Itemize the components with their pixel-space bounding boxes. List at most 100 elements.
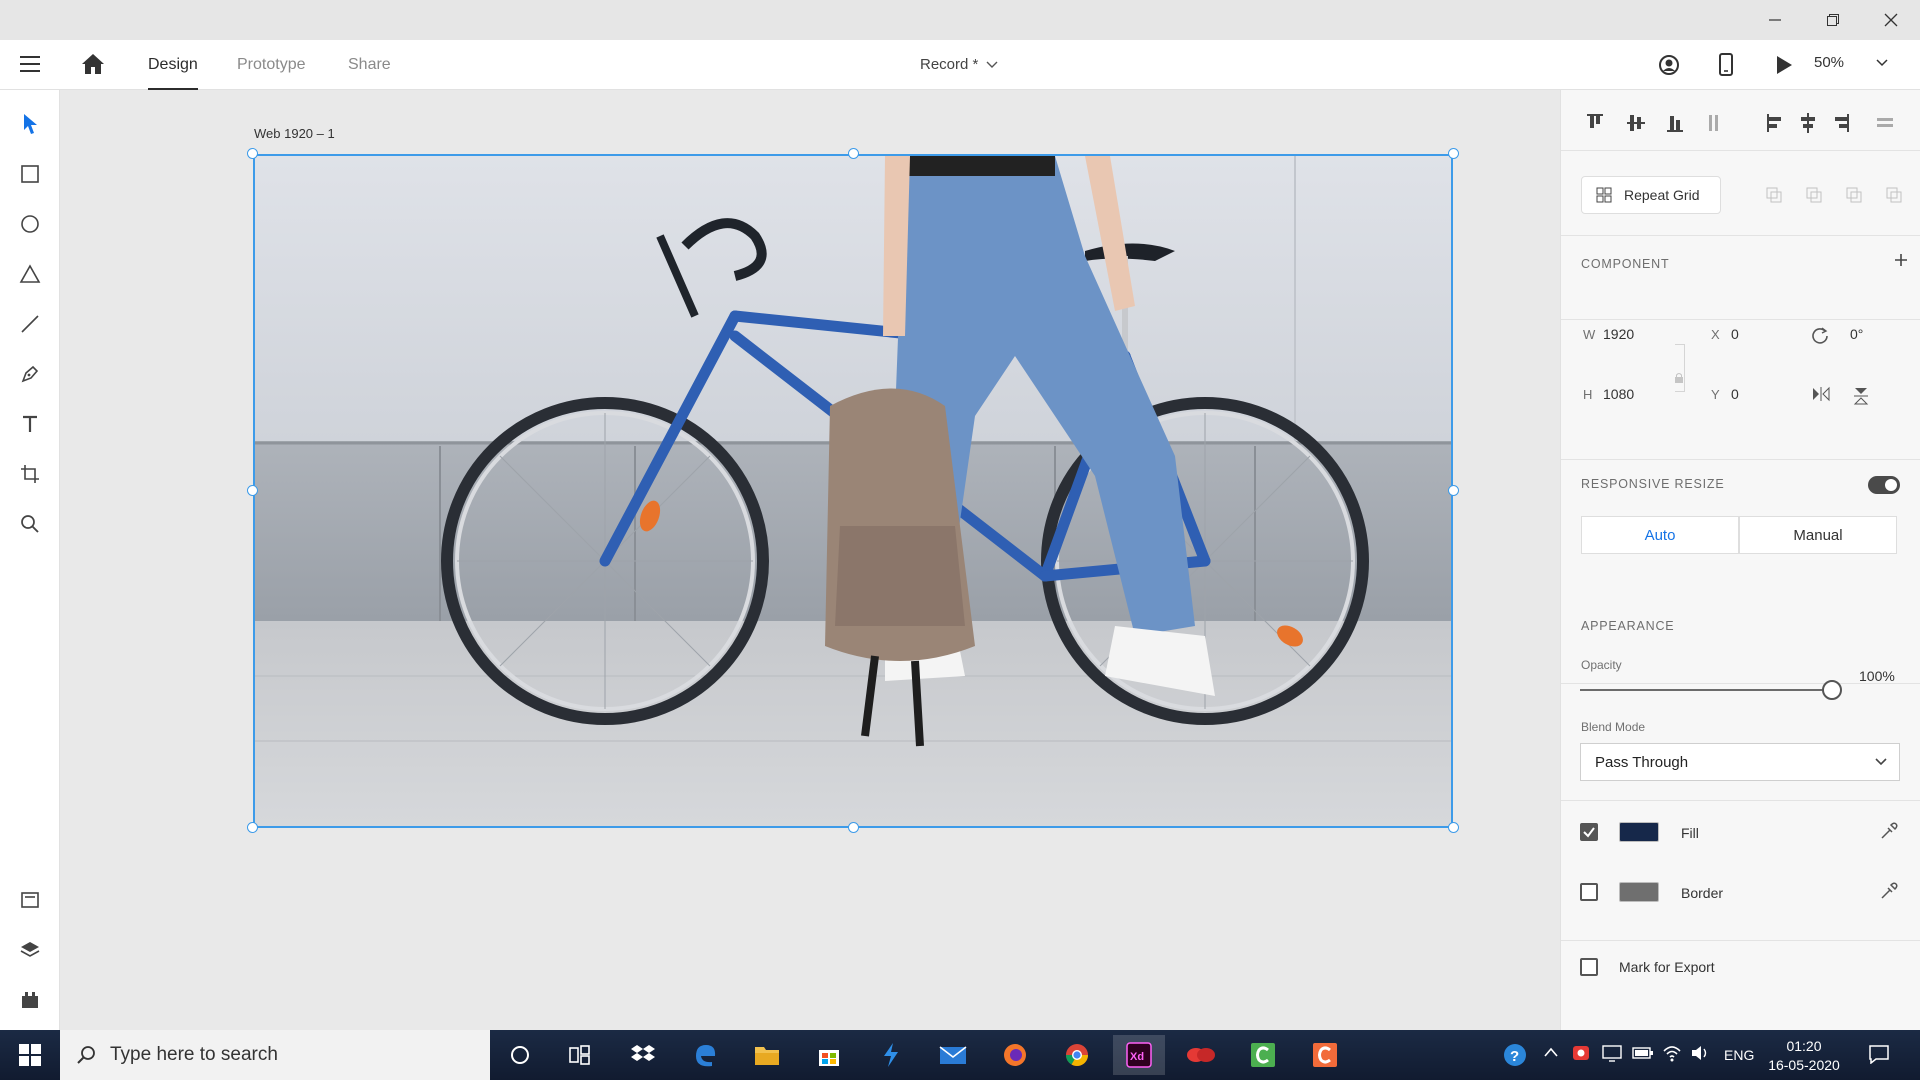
rotation-input[interactable]: 0° bbox=[1850, 326, 1863, 342]
task-view-button[interactable] bbox=[554, 1035, 606, 1075]
zoom-tool[interactable] bbox=[16, 510, 44, 538]
polygon-tool[interactable] bbox=[16, 260, 44, 288]
y-input[interactable]: 0 bbox=[1731, 386, 1739, 402]
opacity-slider-thumb[interactable] bbox=[1822, 680, 1842, 700]
flip-vertical-button[interactable] bbox=[1853, 386, 1869, 411]
resize-handle-left[interactable] bbox=[247, 485, 258, 496]
add-component-button[interactable] bbox=[1894, 253, 1908, 272]
boolean-intersect-icon[interactable] bbox=[1846, 187, 1862, 203]
minimize-button[interactable] bbox=[1752, 0, 1798, 40]
design-canvas[interactable]: Web 1920 – 1 bbox=[60, 90, 1560, 1030]
document-title-dropdown[interactable]: Record * bbox=[920, 56, 998, 73]
language-indicator[interactable]: ENG bbox=[1724, 1047, 1754, 1063]
boolean-subtract-icon[interactable] bbox=[1806, 187, 1822, 203]
opacity-slider-track[interactable] bbox=[1580, 689, 1832, 691]
taskbar-app-camtasia-green[interactable] bbox=[1237, 1035, 1289, 1075]
tab-prototype[interactable]: Prototype bbox=[237, 56, 305, 90]
device-preview-button[interactable] bbox=[1713, 52, 1739, 78]
align-bottom-icon[interactable] bbox=[1667, 116, 1683, 132]
tab-design[interactable]: Design bbox=[148, 56, 198, 90]
taskbar-app-red-app[interactable] bbox=[1175, 1035, 1227, 1075]
ellipse-tool[interactable] bbox=[16, 210, 44, 238]
layers-panel-button[interactable] bbox=[16, 936, 44, 964]
blend-mode-select[interactable]: Pass Through bbox=[1580, 743, 1900, 781]
zoom-dropdown[interactable]: 50% bbox=[1814, 54, 1888, 71]
responsive-resize-toggle[interactable] bbox=[1868, 476, 1900, 494]
show-hidden-icons-button[interactable] bbox=[1544, 1046, 1558, 1063]
text-tool[interactable] bbox=[16, 410, 44, 438]
align-middle-icon[interactable] bbox=[1627, 115, 1645, 131]
resize-auto-button[interactable]: Auto bbox=[1581, 516, 1739, 554]
border-eyedropper-button[interactable] bbox=[1879, 881, 1899, 906]
align-left-icon[interactable] bbox=[1767, 114, 1781, 132]
select-tool[interactable] bbox=[16, 110, 44, 138]
tray-recording-app[interactable] bbox=[1572, 1044, 1590, 1065]
home-button[interactable] bbox=[80, 52, 108, 78]
border-color-swatch[interactable] bbox=[1619, 882, 1659, 902]
x-input[interactable]: 0 bbox=[1731, 326, 1739, 342]
taskbar-app-dropbox[interactable] bbox=[617, 1035, 669, 1075]
plugins-panel-button[interactable] bbox=[16, 986, 44, 1014]
resize-handle-bottom-left[interactable] bbox=[247, 822, 258, 833]
taskbar-app-chrome[interactable] bbox=[1051, 1035, 1103, 1075]
taskbar-app-mail[interactable] bbox=[927, 1035, 979, 1075]
height-input[interactable]: 1080 bbox=[1603, 386, 1634, 402]
artboard-tool[interactable] bbox=[16, 460, 44, 488]
close-window-button[interactable] bbox=[1868, 0, 1914, 40]
resize-handle-top[interactable] bbox=[848, 148, 859, 159]
fill-color-swatch[interactable] bbox=[1619, 822, 1659, 842]
resize-manual-button[interactable]: Manual bbox=[1739, 516, 1897, 554]
resize-handle-bottom-right[interactable] bbox=[1448, 822, 1459, 833]
repeat-grid-button[interactable]: Repeat Grid bbox=[1581, 176, 1721, 214]
taskbar-app-file-explorer[interactable] bbox=[741, 1035, 793, 1075]
taskbar-clock[interactable]: 01:20 16-05-2020 bbox=[1768, 1037, 1840, 1075]
resize-handle-top-left[interactable] bbox=[247, 148, 258, 159]
width-input[interactable]: 1920 bbox=[1603, 326, 1634, 342]
taskbar-app-edge[interactable] bbox=[679, 1035, 731, 1075]
taskbar-search-box[interactable]: Type here to search bbox=[60, 1030, 490, 1080]
tray-network-status[interactable] bbox=[1602, 1044, 1622, 1065]
action-center-button[interactable] bbox=[1868, 1044, 1890, 1067]
distribute-horizontal-icon[interactable] bbox=[1877, 118, 1893, 127]
share-user-button[interactable] bbox=[1656, 52, 1682, 78]
taskbar-app-adobe-xd[interactable]: Xd bbox=[1113, 1035, 1165, 1075]
help-tray-button[interactable]: ? bbox=[1502, 1042, 1528, 1071]
fill-checkbox[interactable] bbox=[1580, 823, 1598, 841]
tab-share[interactable]: Share bbox=[348, 56, 391, 90]
align-right-icon[interactable] bbox=[1835, 114, 1849, 132]
align-top-icon[interactable] bbox=[1587, 114, 1603, 128]
taskbar-app-store[interactable] bbox=[803, 1035, 855, 1075]
taskbar-app-firefox[interactable] bbox=[989, 1035, 1041, 1075]
assets-panel-button[interactable] bbox=[16, 886, 44, 914]
artboard-label[interactable]: Web 1920 – 1 bbox=[254, 126, 335, 141]
fill-eyedropper-button[interactable] bbox=[1879, 821, 1899, 846]
rectangle-tool[interactable] bbox=[16, 160, 44, 188]
play-preview-button[interactable] bbox=[1771, 52, 1797, 78]
opacity-value[interactable]: 100% bbox=[1859, 668, 1895, 684]
resize-handle-bottom[interactable] bbox=[848, 822, 859, 833]
flip-horizontal-button[interactable] bbox=[1811, 386, 1831, 407]
restore-button[interactable] bbox=[1810, 0, 1856, 40]
bicycle-photo[interactable] bbox=[255, 156, 1451, 826]
lock-aspect-button[interactable] bbox=[1674, 371, 1684, 389]
cortana-button[interactable] bbox=[494, 1035, 546, 1075]
tray-battery[interactable] bbox=[1632, 1045, 1654, 1064]
resize-handle-top-right[interactable] bbox=[1448, 148, 1459, 159]
artboard-web-1920[interactable] bbox=[253, 154, 1453, 828]
taskbar-app-visual-studio-code[interactable] bbox=[865, 1035, 917, 1075]
start-button[interactable] bbox=[0, 1030, 60, 1080]
taskbar-app-camtasia-orange[interactable] bbox=[1299, 1035, 1351, 1075]
tray-wifi[interactable] bbox=[1662, 1044, 1682, 1065]
boolean-exclude-icon[interactable] bbox=[1886, 187, 1902, 203]
distribute-vertical-icon[interactable] bbox=[1709, 115, 1718, 131]
border-checkbox[interactable] bbox=[1580, 883, 1598, 901]
boolean-add-icon[interactable] bbox=[1766, 187, 1782, 203]
tray-volume[interactable] bbox=[1690, 1044, 1710, 1065]
pen-tool[interactable] bbox=[16, 360, 44, 388]
line-tool[interactable] bbox=[16, 310, 44, 338]
mark-for-export-checkbox[interactable] bbox=[1580, 958, 1598, 976]
hamburger-menu-button[interactable] bbox=[18, 53, 44, 77]
align-center-icon[interactable] bbox=[1801, 113, 1815, 133]
resize-handle-right[interactable] bbox=[1448, 485, 1459, 496]
rotation-control[interactable] bbox=[1811, 326, 1829, 349]
